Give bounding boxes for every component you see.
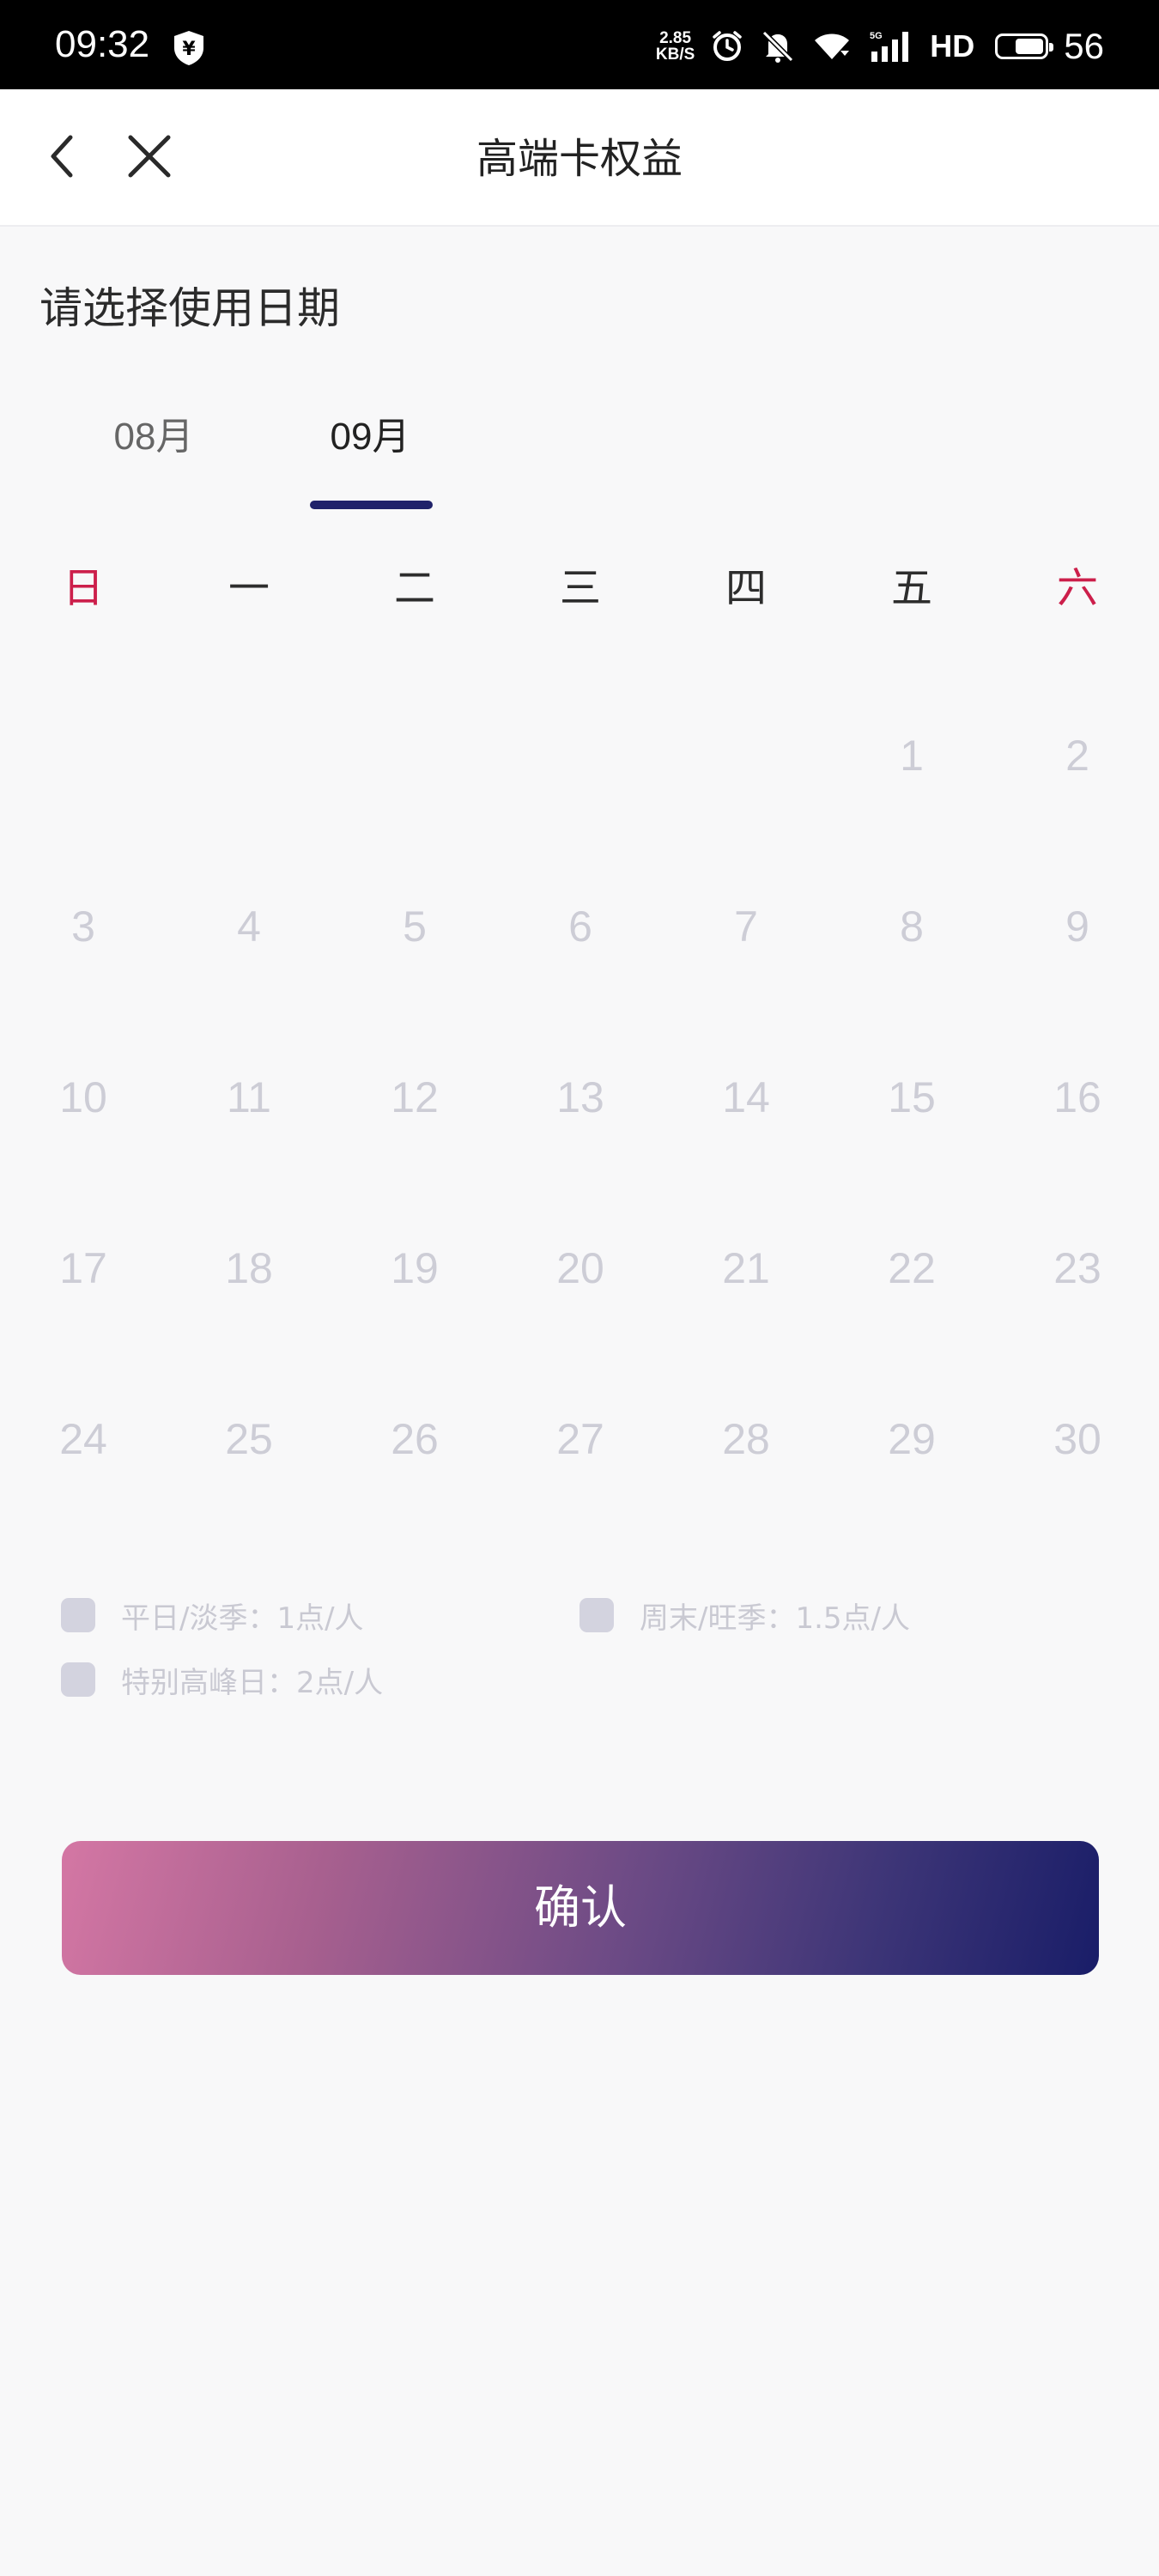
network-type-label: HD — [930, 28, 975, 64]
alarm-icon — [710, 29, 744, 64]
weekday-sun: 日 — [62, 564, 104, 612]
legend-weekday-label: 平日/淡季：1点/人 — [121, 1601, 364, 1636]
calendar-day-15[interactable]: 15 — [828, 1063, 995, 1132]
calendar-day-18[interactable]: 18 — [166, 1234, 332, 1303]
legend-weekday: 平日/淡季：1点/人 — [61, 1593, 364, 1637]
page-title: 高端卡权益 — [476, 135, 683, 183]
status-bar: 09:32 ¥ 2.85 KB/S 5G HD 56 — [0, 0, 1159, 89]
calendar-day-19[interactable]: 19 — [331, 1234, 498, 1303]
calendar-day-26[interactable]: 26 — [331, 1405, 498, 1473]
status-icons: 2.85 KB/S 5G HD 56 — [656, 22, 1104, 70]
calendar-day-13[interactable]: 13 — [497, 1063, 664, 1132]
calendar-day-17[interactable]: 17 — [0, 1234, 167, 1303]
weekday-header: 日 一 二 三 四 五 六 — [0, 558, 1159, 618]
net-speed-value: 2.85 — [659, 29, 692, 47]
battery-icon — [995, 33, 1054, 59]
legend-swatch — [61, 1662, 95, 1697]
calendar-day-29[interactable]: 29 — [828, 1405, 995, 1473]
calendar-day-10[interactable]: 10 — [0, 1063, 167, 1132]
wifi-icon — [811, 30, 853, 63]
calendar-day-25[interactable]: 25 — [166, 1405, 332, 1473]
legend-swatch — [580, 1598, 614, 1632]
mute-icon — [760, 28, 796, 64]
calendar-day-27[interactable]: 27 — [497, 1405, 664, 1473]
active-tab-indicator — [310, 501, 433, 509]
calendar-day-12[interactable]: 12 — [331, 1063, 498, 1132]
calendar-day-16[interactable]: 16 — [994, 1063, 1159, 1132]
tab-month-09[interactable]: 09月 — [306, 409, 434, 469]
weekday-mon: 一 — [228, 564, 270, 612]
signal-icon: 5G — [868, 29, 914, 64]
calendar-day-23[interactable]: 23 — [994, 1234, 1159, 1303]
svg-text:5G: 5G — [870, 31, 883, 41]
svg-text:¥: ¥ — [182, 39, 196, 60]
net-speed: 2.85 KB/S — [656, 30, 695, 63]
battery-level: 56 — [1064, 26, 1104, 66]
legend-weekend-label: 周末/旺季：1.5点/人 — [640, 1601, 910, 1636]
shield-yuan-icon: ¥ — [172, 29, 206, 67]
weekday-thu: 四 — [725, 564, 767, 612]
calendar-day-11[interactable]: 11 — [166, 1063, 332, 1132]
legend-peak-label: 特别高峰日：2点/人 — [121, 1665, 384, 1700]
legend-swatch — [61, 1598, 95, 1632]
calendar-day-24[interactable]: 24 — [0, 1405, 167, 1473]
calendar-day-4[interactable]: 4 — [166, 892, 332, 961]
calendar-day-7[interactable]: 7 — [663, 892, 829, 961]
confirm-button[interactable]: 确认 — [62, 1841, 1099, 1975]
calendar-grid: 1 2 3 4 5 6 7 8 9 10 11 12 13 14 15 16 17 18 19 20 21 22 23 24 2… — [0, 687, 1159, 1546]
weekday-wed: 三 — [559, 564, 601, 612]
calendar-day-8[interactable]: 8 — [828, 892, 995, 961]
status-time: 09:32 — [55, 23, 150, 65]
calendar-day-5[interactable]: 5 — [331, 892, 498, 961]
calendar-day-28[interactable]: 28 — [663, 1405, 829, 1473]
calendar-day-1[interactable]: 1 — [828, 721, 995, 790]
section-title: 请选择使用日期 — [39, 283, 340, 333]
net-speed-unit: KB/S — [655, 46, 695, 64]
weekday-sat: 六 — [1056, 564, 1098, 612]
calendar-day-30[interactable]: 30 — [994, 1405, 1159, 1473]
weekday-tue: 二 — [393, 564, 435, 612]
calendar-day-21[interactable]: 21 — [663, 1234, 829, 1303]
calendar-day-2[interactable]: 2 — [994, 721, 1159, 790]
calendar-day-9[interactable]: 9 — [994, 892, 1159, 961]
tab-month-08[interactable]: 08月 — [89, 409, 218, 469]
calendar-day-22[interactable]: 22 — [828, 1234, 995, 1303]
legend-weekend: 周末/旺季：1.5点/人 — [580, 1593, 910, 1637]
header-bar: 高端卡权益 — [0, 89, 1159, 227]
calendar-day-6[interactable]: 6 — [497, 892, 664, 961]
legend-peak: 特别高峰日：2点/人 — [61, 1657, 383, 1702]
calendar-day-14[interactable]: 14 — [663, 1063, 829, 1132]
weekday-fri: 五 — [890, 564, 932, 612]
calendar-day-20[interactable]: 20 — [497, 1234, 664, 1303]
calendar-day-3[interactable]: 3 — [0, 892, 167, 961]
